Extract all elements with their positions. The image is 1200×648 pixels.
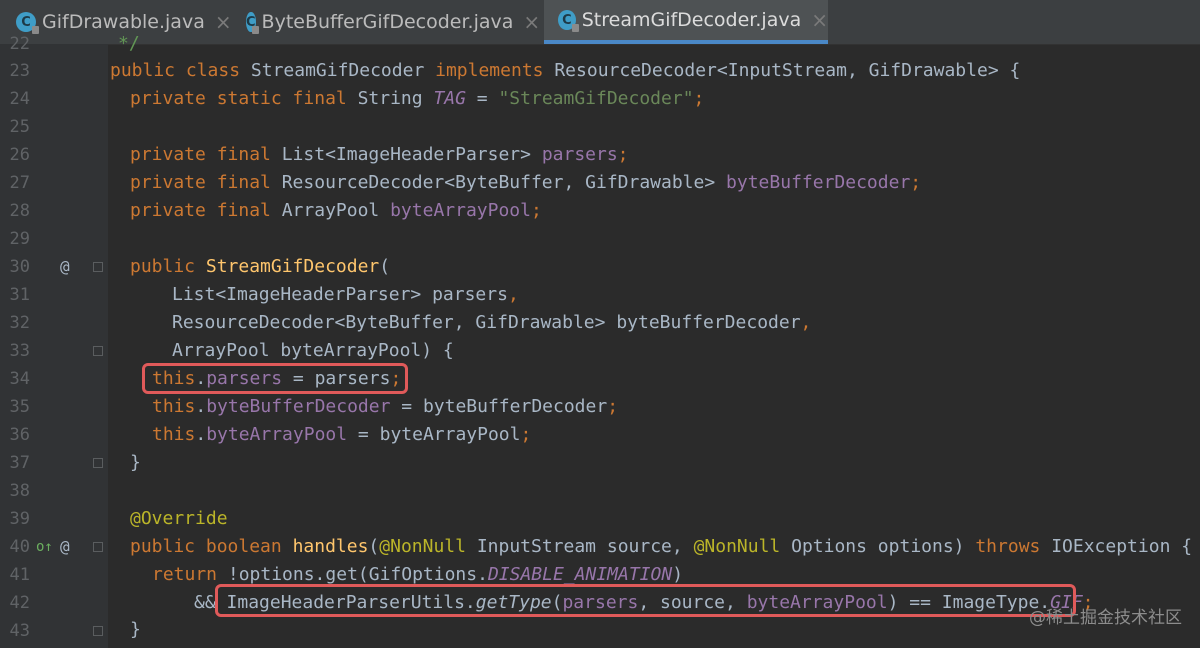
close-icon[interactable]: × bbox=[523, 10, 540, 34]
code-line-23: public class StreamGifDecoder implements… bbox=[110, 60, 1021, 81]
editor-gutter: 22 23 24 25 26 27 28 29 30 31 32 33 34 3… bbox=[0, 34, 108, 648]
code-line-27: private final ResourceDecoder<ByteBuffer… bbox=[130, 172, 922, 193]
line-number: 40 bbox=[9, 537, 30, 557]
line-number: 31 bbox=[9, 285, 30, 305]
tab-streamgifdecoder[interactable]: C StreamGifDecoder.java × bbox=[544, 0, 828, 44]
fold-icon[interactable] bbox=[93, 262, 103, 272]
java-class-icon: C bbox=[246, 12, 258, 34]
code-line-35: this.byteBufferDecoder = byteBufferDecod… bbox=[152, 396, 619, 417]
override-marker-icon[interactable]: @ bbox=[60, 253, 70, 281]
code-line-36: this.byteArrayPool = byteArrayPool; bbox=[152, 424, 532, 445]
line-number: 26 bbox=[9, 145, 30, 165]
code-line-40: public boolean handles(@NonNull InputStr… bbox=[130, 536, 1193, 557]
line-number: 23 bbox=[9, 61, 30, 81]
line-number: 41 bbox=[9, 565, 30, 585]
code-line-22: */ bbox=[118, 33, 140, 54]
fold-icon[interactable] bbox=[93, 346, 103, 356]
code-line-33: ArrayPool byteArrayPool) { bbox=[172, 340, 454, 361]
tab-bytebuffergifdecoder[interactable]: C ByteBufferGifDecoder.java × bbox=[240, 0, 540, 44]
fold-icon[interactable] bbox=[93, 626, 103, 636]
java-class-icon: C bbox=[558, 10, 579, 32]
watermark: @稀土掘金技术社区 bbox=[1029, 608, 1182, 628]
code-line-31: List<ImageHeaderParser> parsers, bbox=[172, 284, 519, 305]
override-marker-icon[interactable]: @ bbox=[60, 533, 70, 561]
line-number: 30 bbox=[9, 257, 30, 277]
code-line-28: private final ArrayPool byteArrayPool; bbox=[130, 200, 542, 221]
line-number: 25 bbox=[9, 117, 30, 137]
code-line-37: } bbox=[130, 452, 141, 473]
fold-icon[interactable] bbox=[93, 458, 103, 468]
line-number: 33 bbox=[9, 341, 30, 361]
highlight-box-gettype-call bbox=[215, 584, 1076, 617]
tab-label: StreamGifDecoder.java bbox=[581, 9, 802, 31]
line-number: 28 bbox=[9, 201, 30, 221]
line-number: 35 bbox=[9, 397, 30, 417]
line-number: 38 bbox=[9, 481, 30, 501]
code-line-30: public StreamGifDecoder( bbox=[130, 256, 391, 277]
line-number: 29 bbox=[9, 229, 30, 249]
close-icon[interactable]: × bbox=[811, 8, 828, 32]
line-number: 34 bbox=[9, 369, 30, 389]
code-line-24: private static final String TAG = "Strea… bbox=[130, 88, 705, 109]
code-line-26: private final List<ImageHeaderParser> pa… bbox=[130, 144, 629, 165]
editor-tab-bar: C GifDrawable.java × C ByteBufferGifDeco… bbox=[0, 0, 1200, 45]
code-line-43: } bbox=[130, 619, 141, 640]
code-line-32: ResourceDecoder<ByteBuffer, GifDrawable>… bbox=[172, 312, 812, 333]
line-number: 39 bbox=[9, 509, 30, 529]
line-number: 37 bbox=[9, 453, 30, 473]
line-number: 42 bbox=[9, 593, 30, 613]
line-number: 27 bbox=[9, 173, 30, 193]
line-number: 22 bbox=[9, 34, 30, 54]
line-number: 36 bbox=[9, 425, 30, 445]
tab-label: ByteBufferGifDecoder.java bbox=[261, 11, 514, 33]
implements-marker-icon[interactable]: o↑ bbox=[36, 533, 53, 561]
highlight-box-parsers-assignment bbox=[142, 363, 408, 394]
fold-icon[interactable] bbox=[93, 542, 103, 552]
line-number: 43 bbox=[9, 621, 30, 641]
line-number: 24 bbox=[9, 89, 30, 109]
line-number: 32 bbox=[9, 313, 30, 333]
code-line-39: @Override bbox=[130, 508, 228, 529]
java-class-icon: C bbox=[16, 12, 39, 34]
close-icon[interactable]: × bbox=[215, 10, 232, 34]
